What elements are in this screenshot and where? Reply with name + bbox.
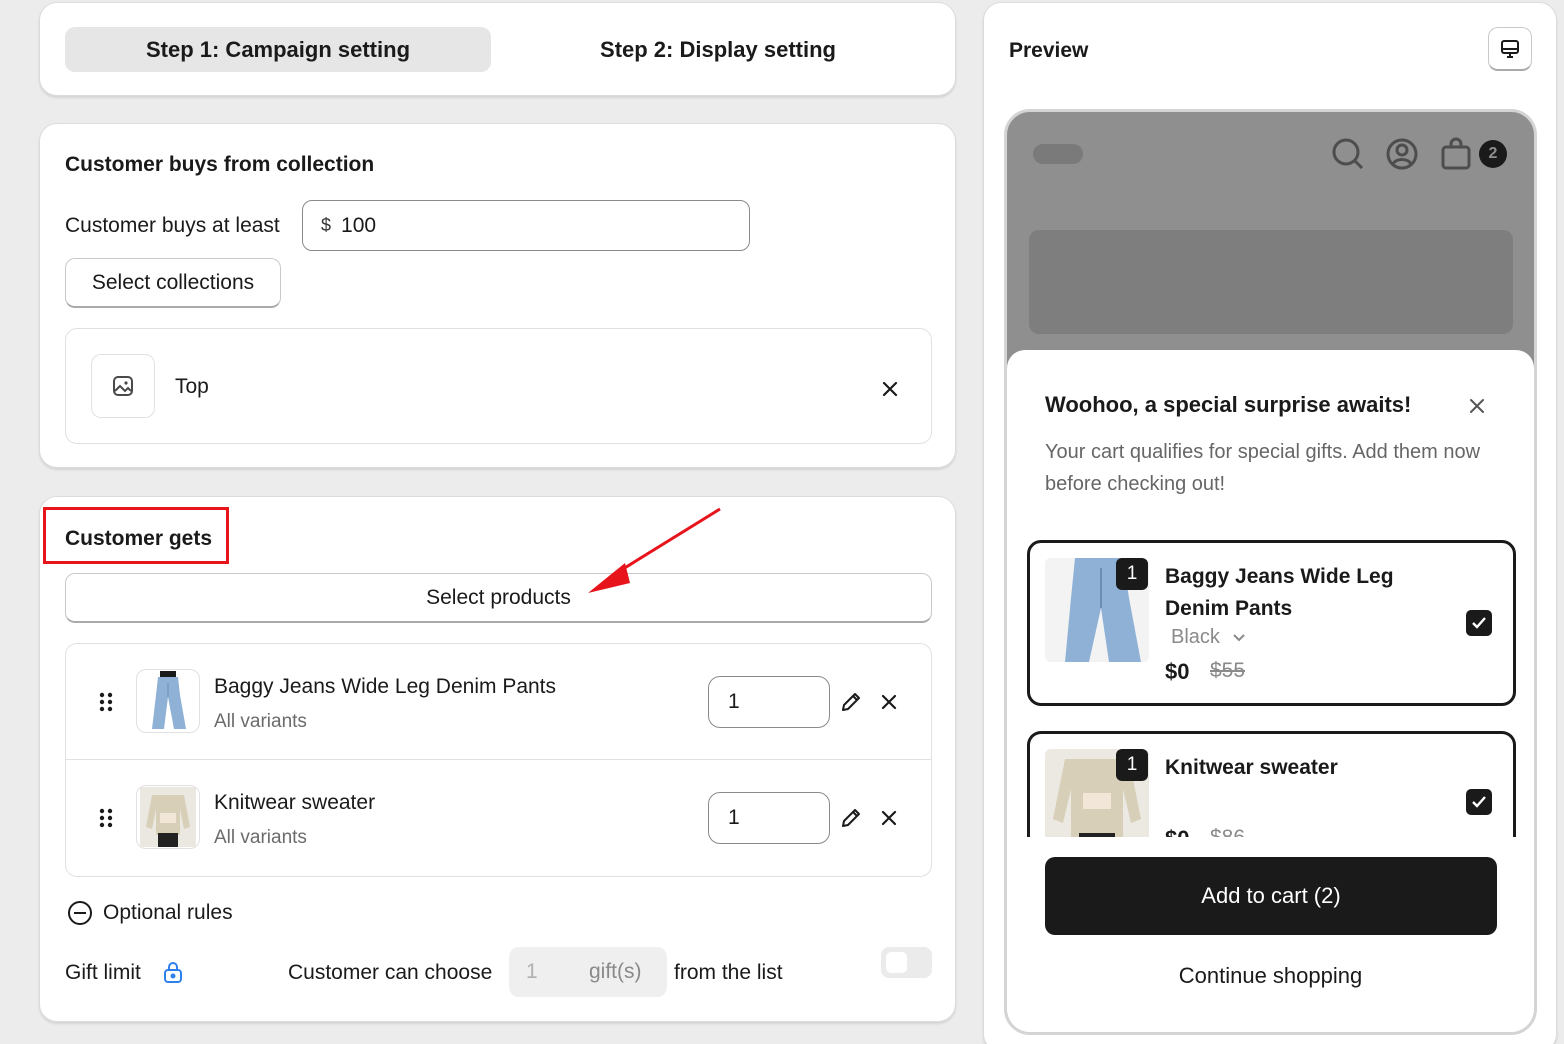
popup-title: Woohoo, a special surprise awaits! (1045, 392, 1412, 417)
tab-display-setting[interactable]: Step 2: Display setting (516, 27, 920, 72)
drag-handle-icon[interactable] (96, 690, 116, 714)
image-placeholder-icon (91, 354, 155, 418)
gift-name: Knitwear sweater (1165, 756, 1338, 779)
desktop-icon[interactable] (1488, 27, 1532, 71)
close-icon[interactable] (874, 687, 904, 717)
arrow-annotation (588, 507, 721, 593)
popup-footer: Add to cart (2) Continue shopping (1007, 837, 1534, 1032)
gift-limit-label: Gift limit (65, 961, 141, 984)
optional-rules-toggle[interactable]: Optional rules (67, 900, 233, 926)
close-icon[interactable] (1463, 392, 1491, 420)
minus-circle-icon (68, 901, 92, 925)
product-thumbnail (136, 785, 200, 849)
toggle-knob (886, 952, 907, 973)
phone-mockup: 2 Woohoo, a special surprise awaits! You… (1004, 109, 1537, 1035)
product-name: Baggy Jeans Wide Leg Denim Pants (214, 675, 557, 698)
quantity-input[interactable]: 1 (708, 676, 830, 728)
search-icon (1331, 137, 1365, 176)
close-icon[interactable] (874, 803, 904, 833)
customer-buys-card: Customer buys from collection Customer b… (39, 123, 956, 468)
select-products-button[interactable]: Select products (65, 573, 932, 623)
amount-value: 100 (341, 213, 377, 237)
gift-count-placeholder: 1 (526, 960, 538, 983)
optional-rules-label: Optional rules (103, 901, 233, 924)
customer-gets-card: Customer gets Select products Baggy Jean… (39, 496, 956, 1022)
drag-handle-icon[interactable] (96, 806, 116, 830)
close-icon[interactable] (874, 373, 906, 405)
from-list-label: from the list (674, 961, 783, 984)
collection-row: Top (65, 328, 932, 444)
continue-shopping-link[interactable]: Continue shopping (1007, 963, 1534, 989)
edit-pencil-icon[interactable] (836, 803, 866, 833)
gift-limit-toggle[interactable] (881, 947, 932, 978)
list-item: Baggy Jeans Wide Leg Denim Pants All var… (66, 644, 931, 760)
preview-title: Preview (1009, 39, 1089, 62)
buys-at-least-label: Customer buys at least (65, 214, 280, 237)
step-tabs-card: Step 1: Campaign setting Step 2: Display… (39, 2, 956, 96)
customer-gets-title: Customer gets (65, 527, 213, 550)
amount-input[interactable]: $ 100 (302, 200, 750, 251)
banner-placeholder (1029, 230, 1513, 334)
product-name: Knitwear sweater (214, 791, 376, 814)
customer-buys-title: Customer buys from collection (65, 153, 375, 176)
add-to-cart-button[interactable]: Add to cart (2) (1045, 857, 1497, 935)
edit-pencil-icon[interactable] (836, 687, 866, 717)
gift-price: $0 (1165, 659, 1190, 684)
account-icon (1385, 137, 1419, 176)
variant-select[interactable]: Black (1171, 626, 1246, 649)
gift-count-input[interactable]: 1 gift(s) (509, 947, 667, 997)
chevron-down-icon (1233, 633, 1245, 641)
product-variants: All variants (214, 827, 307, 848)
choose-label: Customer can choose (288, 961, 493, 984)
currency-prefix: $ (321, 215, 332, 235)
gift-popup: Woohoo, a special surprise awaits! Your … (1007, 350, 1534, 1032)
lock-icon (162, 960, 184, 989)
variant-value: Black (1171, 626, 1220, 648)
quantity-input[interactable]: 1 (708, 792, 830, 844)
gift-name: Baggy Jeans Wide Leg Denim Pants (1165, 565, 1394, 620)
product-variants: All variants (214, 711, 307, 732)
checkbox-checked-icon[interactable] (1466, 789, 1492, 815)
select-collections-button[interactable]: Select collections (65, 258, 281, 308)
cart-icon (1439, 137, 1473, 176)
popup-description: Your cart qualifies for special gifts. A… (1045, 441, 1481, 495)
product-thumbnail (136, 669, 200, 733)
preview-panel: Preview 2 Woohoo, a special surprise awa… (983, 2, 1557, 1044)
store-logo-placeholder (1033, 144, 1083, 164)
gift-card[interactable]: 1 Baggy Jeans Wide Leg Denim Pants Black… (1027, 540, 1516, 706)
product-list: Baggy Jeans Wide Leg Denim Pants All var… (65, 643, 932, 877)
collection-name: Top (175, 375, 209, 398)
gift-qty-badge: 1 (1116, 749, 1148, 781)
tab-campaign-setting[interactable]: Step 1: Campaign setting (65, 27, 491, 72)
cart-count-badge: 2 (1479, 140, 1507, 168)
gift-unit: gift(s) (589, 960, 642, 983)
list-item: Knitwear sweater All variants 1 (66, 760, 931, 876)
gift-compare-price: $55 (1210, 659, 1246, 682)
checkbox-checked-icon[interactable] (1466, 610, 1492, 636)
gift-qty-badge: 1 (1116, 558, 1148, 590)
